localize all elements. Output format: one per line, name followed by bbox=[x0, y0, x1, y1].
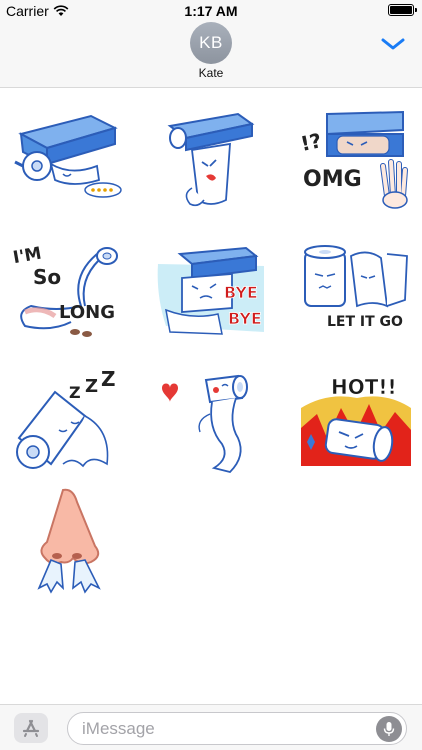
sticker-so-long[interactable]: I'M So LONG bbox=[8, 232, 132, 352]
svg-text:Z: Z bbox=[69, 383, 81, 402]
chevron-down-icon[interactable] bbox=[380, 36, 406, 52]
toilet-paper-hot-sticker: HOT!! bbox=[301, 375, 411, 466]
svg-text:Z: Z bbox=[85, 376, 98, 397]
message-input-bar bbox=[0, 704, 422, 750]
battery-icon bbox=[388, 4, 417, 16]
sticker-omg[interactable]: !? OMG bbox=[294, 100, 418, 220]
svg-text:!?: !? bbox=[298, 128, 323, 156]
toilet-paper-bye-bye-sticker: BYE BYE bbox=[157, 246, 264, 335]
svg-text:Z: Z bbox=[101, 368, 116, 391]
nose-tissue-sticker bbox=[37, 488, 101, 594]
status-time: 1:17 AM bbox=[184, 3, 238, 19]
svg-text:So: So bbox=[33, 265, 61, 289]
sticker-bye-label-2: BYE bbox=[228, 309, 262, 328]
app-store-icon bbox=[22, 719, 40, 737]
contact-avatar[interactable]: KB bbox=[190, 22, 232, 64]
sticker-nose[interactable] bbox=[8, 480, 132, 600]
sticker-kiss[interactable] bbox=[149, 364, 273, 484]
toilet-paper-pulled-sticker bbox=[167, 112, 255, 207]
sticker-omg-label: OMG bbox=[303, 167, 362, 192]
conversation-header: KB Kate bbox=[0, 22, 422, 88]
imessage-input[interactable] bbox=[82, 713, 362, 744]
microphone-button[interactable] bbox=[376, 716, 402, 742]
toilet-paper-so-long-sticker: I'M So LONG bbox=[12, 244, 118, 337]
toilet-paper-sleeping-sticker: Z Z Z bbox=[16, 368, 116, 469]
sticker-zzz[interactable]: Z Z Z bbox=[8, 364, 132, 484]
status-bar: Carrier 1:17 AM bbox=[0, 0, 422, 22]
sticker-bye-bye[interactable]: BYE BYE bbox=[149, 232, 273, 352]
sticker-hot-label: HOT!! bbox=[331, 375, 397, 399]
sticker-pulled[interactable] bbox=[149, 100, 273, 220]
sticker-let-it-go[interactable]: LET IT GO bbox=[294, 232, 418, 352]
sticker-let-it-go-label: LET IT GO bbox=[327, 314, 403, 330]
imessage-field[interactable] bbox=[67, 712, 407, 745]
sticker-grid: !? OMG I'M So LONG BYE BYE LET IT GO Z Z… bbox=[0, 88, 422, 704]
toilet-paper-dispenser-sticker bbox=[14, 114, 122, 198]
microphone-icon bbox=[383, 722, 395, 736]
toilet-paper-kiss-sticker bbox=[162, 374, 248, 473]
battery-fill bbox=[390, 6, 412, 14]
sticker-hot[interactable]: HOT!! bbox=[294, 364, 418, 484]
app-store-button[interactable] bbox=[14, 713, 48, 743]
sticker-so-long-label: LONG bbox=[59, 302, 115, 323]
contact-name[interactable]: Kate bbox=[0, 66, 422, 80]
toilet-paper-omg-sticker: !? OMG bbox=[298, 110, 408, 209]
toilet-paper-let-it-go-sticker: LET IT GO bbox=[304, 245, 408, 330]
status-indicators bbox=[388, 4, 417, 16]
sticker-bye-label-1: BYE bbox=[224, 283, 258, 302]
sticker-dispenser[interactable] bbox=[8, 100, 132, 220]
